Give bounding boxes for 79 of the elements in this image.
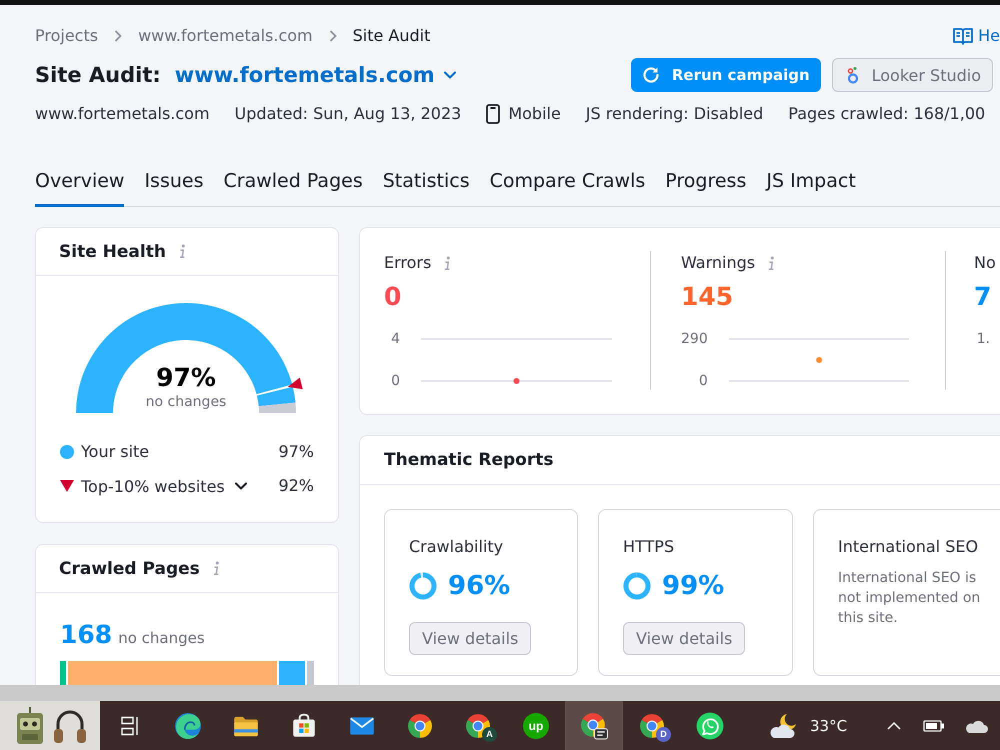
score-ring-icon: [409, 572, 437, 600]
issue-label: Errors: [384, 253, 432, 273]
data-point: [816, 357, 822, 363]
studio-button[interactable]: Looker Studio: [832, 58, 993, 92]
bar-segment: [60, 661, 66, 685]
chevron-right-icon: [328, 30, 337, 42]
taskbar-app-button[interactable]: D: [623, 701, 681, 750]
browser-icon[interactable]: [639, 712, 665, 738]
horizontal-scrollbar[interactable]: [0, 685, 1000, 701]
bar-segment: [278, 661, 305, 685]
meta-text: Pages crawled: 168/1,00: [788, 104, 986, 124]
issue-label: No: [974, 253, 996, 273]
shopping-bag-icon[interactable]: [290, 712, 318, 740]
help-link[interactable]: He: [953, 26, 1000, 46]
breadcrumb-current: Site Audit: [352, 26, 430, 46]
bar-segment: [306, 661, 314, 685]
book-icon: [953, 27, 974, 45]
battery-icon[interactable]: [923, 718, 946, 732]
profile-badge: D: [656, 727, 671, 742]
report-score: 99%: [662, 570, 724, 603]
report-title: International SEO: [838, 537, 978, 557]
tab[interactable]: Progress: [665, 169, 746, 207]
meta-text: Updated: Sun, Aug 13, 2023: [234, 104, 462, 124]
report-message: International SEO is not implemented on this site.: [838, 569, 982, 628]
tab[interactable]: JS Impact: [766, 169, 856, 207]
page-title: Site Audit:: [35, 62, 161, 89]
report-score: 96%: [448, 570, 510, 603]
chevron-down-icon: [444, 71, 456, 79]
refresh-icon: [642, 66, 660, 84]
legend-value: 97%: [278, 442, 314, 462]
issue-count: 145: [681, 282, 734, 312]
tab[interactable]: Crawled Pages: [224, 169, 363, 207]
change-note: no changes: [146, 393, 226, 411]
issue-count: 0: [384, 282, 402, 312]
browser-icon[interactable]: [407, 712, 433, 738]
tab[interactable]: Statistics: [382, 169, 470, 207]
domain-dropdown[interactable]: www.fortemetals.com: [174, 61, 456, 89]
chevron-right-icon: [114, 30, 122, 42]
app-logo: up: [523, 712, 549, 738]
health-score: 97%: [156, 363, 216, 393]
tab[interactable]: Overview: [35, 169, 124, 207]
axis-tick-label: 0: [698, 372, 708, 390]
browser-icon[interactable]: [465, 712, 491, 738]
view-details-button[interactable]: View details: [409, 622, 532, 655]
taskbar-app-button[interactable]: [565, 701, 623, 750]
device-label: Mobile: [508, 104, 561, 124]
legend-label: Your site: [81, 442, 150, 462]
tab[interactable]: Compare Crawls: [490, 169, 646, 207]
tab[interactable]: Issues: [144, 169, 204, 207]
axis-tick-label: 1.: [976, 330, 990, 348]
report-title: Crawlability: [409, 537, 504, 557]
taskbar-app-button[interactable]: A: [449, 701, 507, 750]
legend-value: 92%: [278, 476, 314, 496]
benchmark-dropdown[interactable]: Top-10% websites: [81, 476, 247, 496]
swirl-logo-icon[interactable]: [174, 712, 202, 740]
card-title: Thematic Reports: [384, 449, 554, 471]
change-note: no changes: [118, 629, 205, 647]
profile-badge: A: [482, 727, 497, 742]
axis-tick-label: 4: [391, 330, 400, 348]
report-title: HTTPS: [623, 537, 674, 557]
breadcrumb-link[interactable]: www.fortemetals.com: [138, 26, 313, 46]
breadcrumb-link[interactable]: Projects: [35, 26, 98, 46]
weather-button[interactable]: 33°C: [770, 701, 848, 750]
data-point: [514, 378, 520, 384]
page-count: 168: [60, 620, 112, 650]
meta-text: JS rendering: Disabled: [586, 104, 764, 124]
score-ring-icon: [623, 572, 651, 600]
issue-count: 7: [974, 282, 992, 312]
browser-icon[interactable]: [580, 712, 608, 740]
axis-tick-label: 290: [681, 330, 708, 348]
meta-text: www.fortemetals.com: [35, 104, 210, 124]
gauge-track: [258, 402, 296, 413]
issue-label: Warnings: [681, 253, 756, 273]
phone-icon: [486, 104, 500, 124]
card-title: Crawled Pages: [59, 558, 200, 580]
axis-tick-label: 0: [391, 372, 400, 390]
view-details-button[interactable]: View details: [623, 622, 746, 655]
chat-bubble-icon[interactable]: [696, 712, 724, 740]
card-title: Site Health: [59, 240, 166, 262]
